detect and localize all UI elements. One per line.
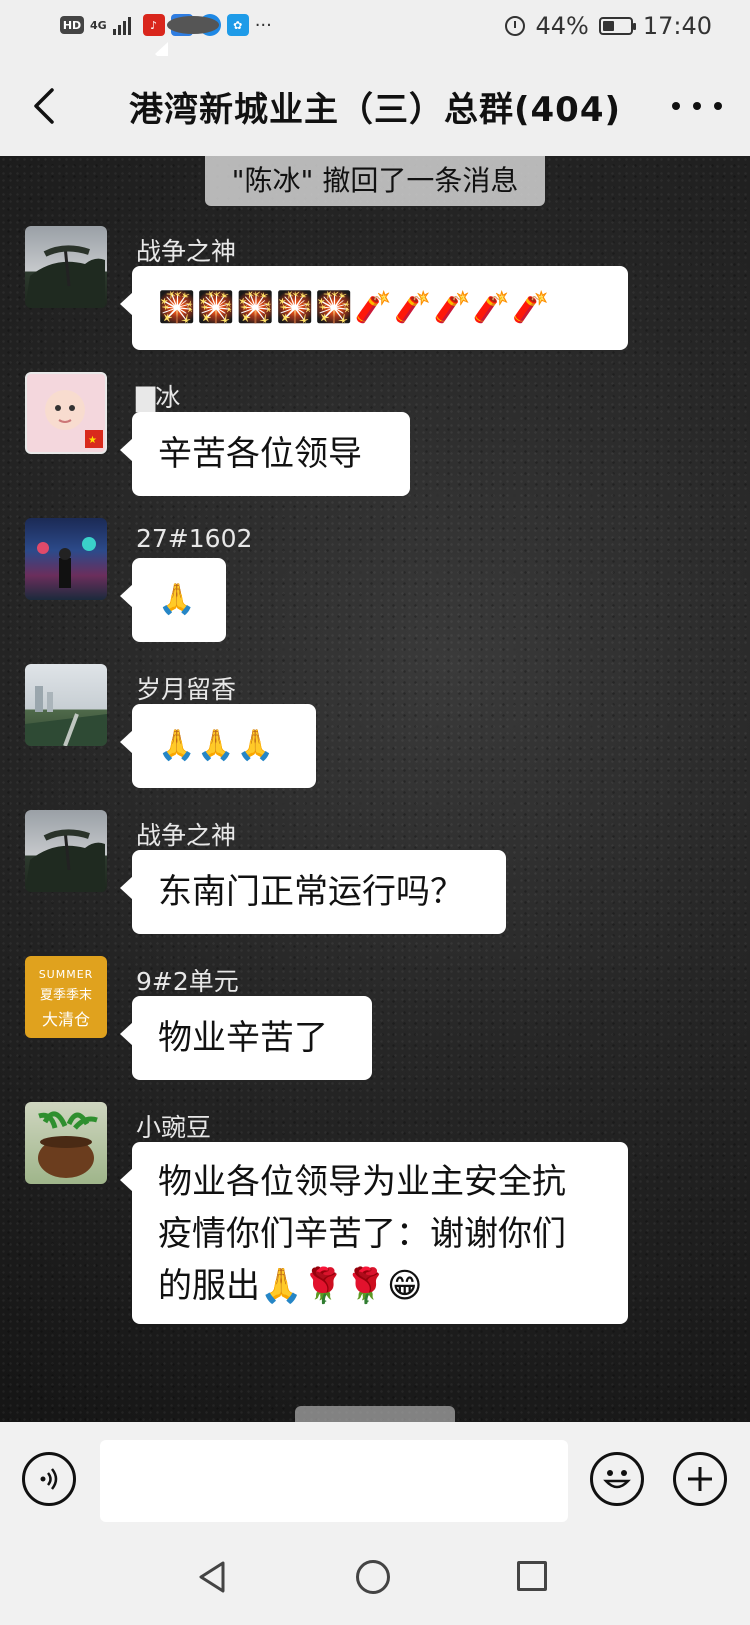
nav-home-icon[interactable]: [356, 1560, 390, 1594]
tree-silhouette-icon: [25, 245, 105, 308]
message-bubble[interactable]: 东南门正常运行吗？: [120, 850, 506, 934]
message-item: 岁月留香 🙏🙏🙏: [25, 664, 345, 794]
avatar-text-line2: 夏季季末: [39, 988, 92, 1003]
next-notice-peek: [295, 1406, 455, 1422]
avatar-text-line3: 大清仓: [41, 1010, 90, 1029]
avatar[interactable]: [25, 226, 107, 308]
message-item: 战争之神 东南门正常运行吗？: [25, 810, 525, 940]
emoji-button[interactable]: [590, 1452, 644, 1506]
alarm-icon: [505, 16, 526, 36]
message-app-icon: [155, 16, 219, 66]
sender-name: 9#2单元: [136, 967, 239, 996]
hd-icon: HD: [60, 16, 84, 34]
night-lights-photo-icon: [37, 537, 96, 588]
avatar[interactable]: [25, 518, 107, 600]
message-bubble[interactable]: 物业各位领导为业主安全抗 疫情你们辛苦了：谢谢你们 的服出🙏🌹🌹😁: [120, 1142, 628, 1324]
battery-percent: 44%: [535, 12, 589, 40]
message-item: SUMMER 夏季季末 大清仓 9#2单元 物业辛苦了: [25, 956, 405, 1086]
message-item: 小豌豆 物业各位领导为业主安全抗 疫情你们辛苦了：谢谢你们 的服出🙏🌹🌹😁: [25, 1102, 655, 1342]
message-item: 战争之神 🎇🎇🎇🎇🎇🧨🧨🧨🧨🧨: [25, 226, 645, 356]
avatar[interactable]: [25, 1102, 107, 1184]
message-bubble[interactable]: 🙏: [120, 558, 226, 642]
sender-name: 战争之神: [136, 237, 237, 266]
signal-icon: [112, 17, 131, 35]
nav-back-icon[interactable]: [197, 1560, 227, 1594]
voice-icon: [40, 1468, 58, 1490]
plus-icon: [688, 1467, 712, 1491]
avatar[interactable]: [25, 664, 107, 746]
more-options-button[interactable]: [672, 86, 722, 126]
dot: [714, 102, 722, 110]
battery-level-fill: [602, 21, 614, 31]
message-line: 疫情你们辛苦了：谢谢你们: [158, 1214, 566, 1254]
recall-notice: "陈冰" 撤回了一条消息: [205, 156, 545, 206]
sender-name: 27#1602: [136, 524, 253, 553]
more-notifications-icon: ···: [254, 14, 272, 36]
clock: 17:40: [642, 12, 712, 40]
dot: [672, 102, 680, 110]
svg-text:★: ★: [88, 435, 97, 446]
avatar-text-en: SUMMER: [38, 968, 94, 981]
input-bar: [0, 1422, 750, 1530]
status-right: 44% 17:40: [505, 12, 712, 40]
status-bar: HD 4G ♪ Q ◎ ✿ ··· 44% 17:40: [0, 0, 750, 66]
smiley-icon: [603, 1470, 631, 1489]
battery-icon: [598, 17, 636, 35]
potted-plant-photo-icon: [38, 1111, 98, 1178]
dot: [693, 102, 701, 110]
message-item: ★ ▇冰 辛苦各位领导: [25, 372, 445, 502]
message-bubble[interactable]: 辛苦各位领导: [120, 412, 410, 496]
voice-input-button[interactable]: [22, 1452, 76, 1506]
avatar[interactable]: [25, 810, 107, 892]
nav-recents-icon[interactable]: [517, 1561, 547, 1591]
message-bubble[interactable]: 🎇🎇🎇🎇🎇🧨🧨🧨🧨🧨: [120, 266, 628, 350]
avatar[interactable]: SUMMER 夏季季末 大清仓: [25, 956, 107, 1038]
chat-header: 港湾新城业主（三）总群(404): [0, 56, 750, 156]
network-type: 4G: [90, 18, 107, 32]
chat-title: 港湾新城业主（三）总群(404): [128, 90, 622, 130]
message-bubble[interactable]: 🙏🙏🙏: [120, 704, 316, 788]
message-line: 的服出🙏🌹🌹😁: [158, 1266, 423, 1306]
status-left: HD 4G ♪ Q ◎ ✿ ···: [60, 14, 272, 66]
message-bubble[interactable]: 物业辛苦了: [120, 996, 372, 1080]
baby-photo-icon: ★: [45, 390, 103, 448]
more-functions-button[interactable]: [673, 1452, 727, 1506]
city-park-photo-icon: [25, 686, 107, 746]
weibo-app-icon: ✿: [226, 14, 249, 36]
avatar[interactable]: ★: [25, 372, 107, 454]
message-item: 27#1602 🙏: [25, 518, 252, 648]
sender-name: 岁月留香: [136, 675, 237, 704]
app-notification-icon: ♪: [142, 14, 165, 36]
message-input[interactable]: [100, 1440, 568, 1522]
chat-area[interactable]: "陈冰" 撤回了一条消息 战争之神 🎇🎇🎇🎇🎇🧨🧨🧨🧨🧨 ★ ▇冰 辛苦各位领导…: [0, 156, 750, 1422]
sender-name: 小豌豆: [136, 1113, 212, 1142]
system-nav-bar: [0, 1530, 750, 1625]
sender-name: 战争之神: [136, 821, 237, 850]
sender-name: ▇冰: [136, 383, 181, 412]
message-line: 物业各位领导为业主安全抗: [158, 1162, 566, 1202]
tree-silhouette-icon: [25, 829, 105, 892]
